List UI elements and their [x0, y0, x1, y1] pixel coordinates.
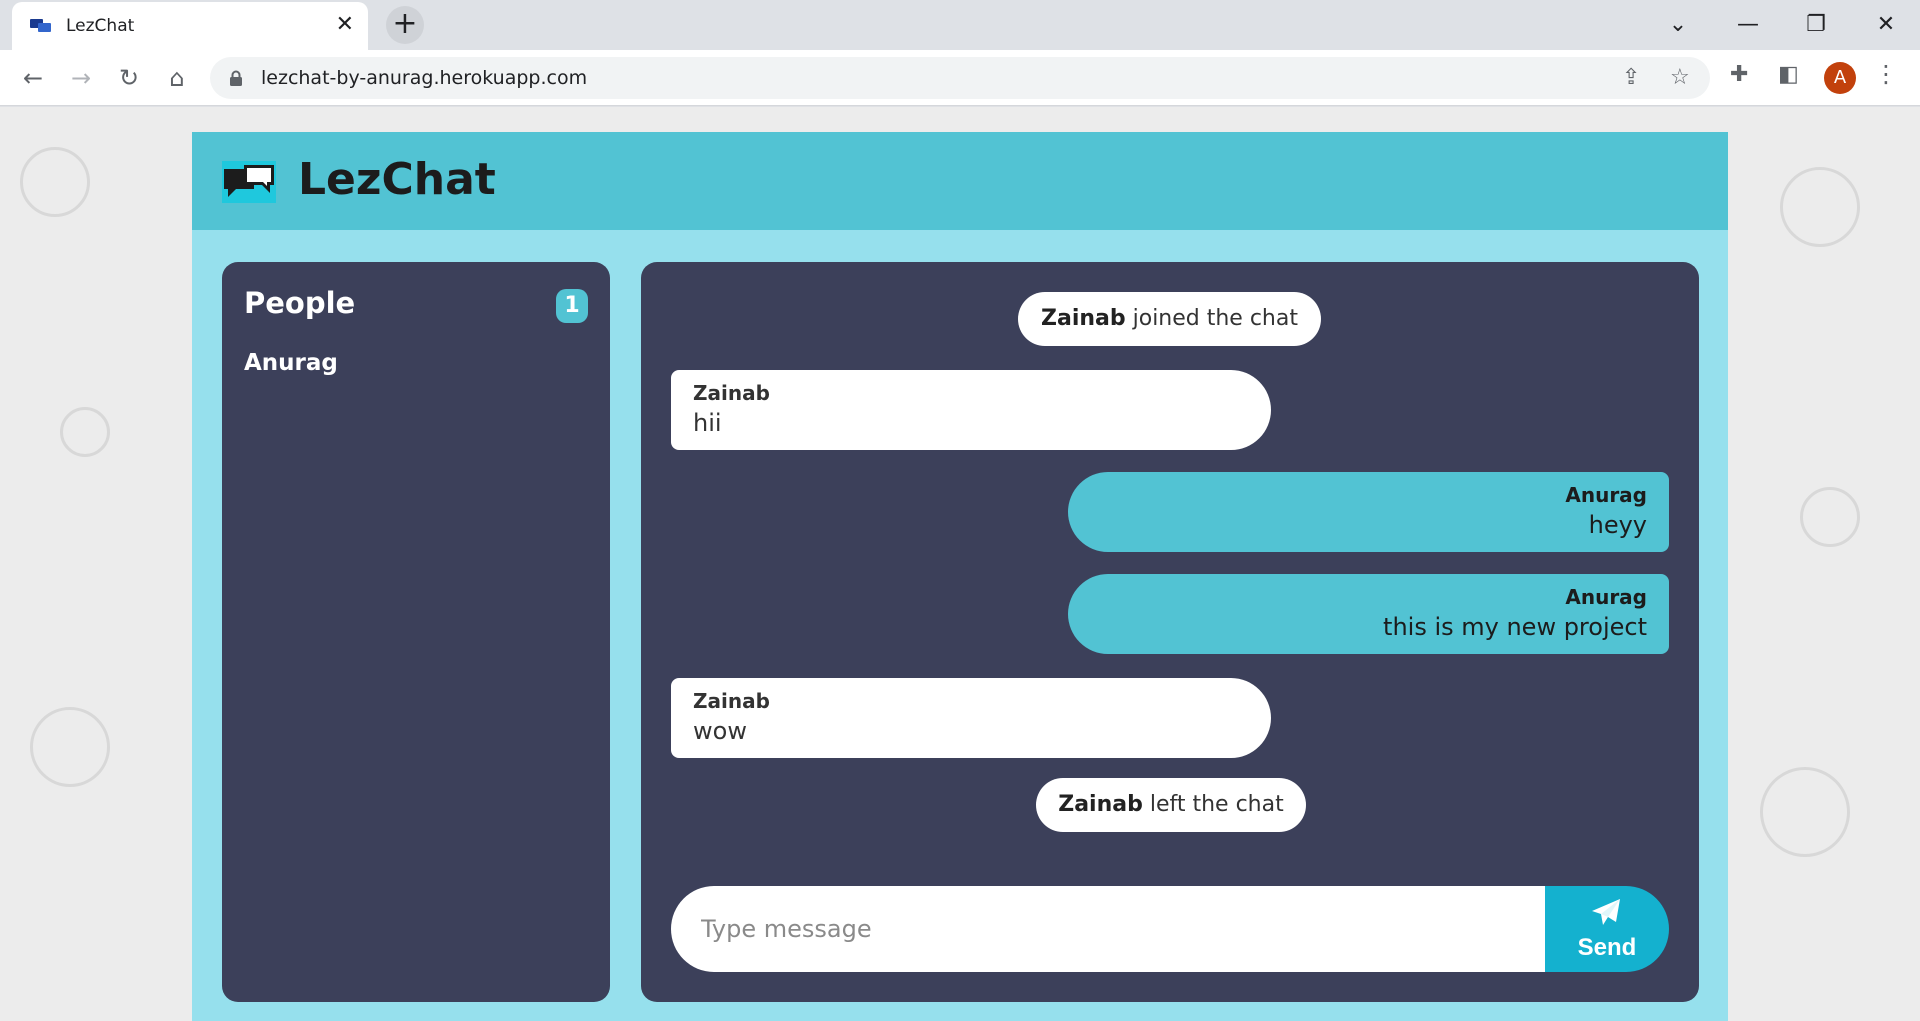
more-menu-icon[interactable]: ⋮	[1874, 60, 1898, 88]
notice-user: Zainab	[1058, 792, 1143, 817]
forward-arrow-icon[interactable]: →	[62, 59, 100, 97]
star-icon[interactable]: ☆	[1670, 65, 1690, 90]
tab-search-icon[interactable]: ⌄	[1658, 6, 1698, 44]
message-input[interactable]	[671, 886, 1545, 972]
browser-tab-strip: LezChat ✕ + ⌄ — ❐ ✕	[0, 0, 1920, 50]
chat-favicon-icon	[30, 19, 51, 32]
close-icon[interactable]: ✕	[1866, 6, 1906, 44]
message-text: hii	[693, 409, 722, 437]
join-notice: Zainab joined the chat	[1018, 292, 1321, 346]
background-doodle	[20, 147, 90, 217]
message-sender: Anurag	[1565, 585, 1647, 609]
background-doodle	[60, 407, 110, 457]
lock-icon	[230, 70, 242, 86]
app-title: LezChat	[298, 154, 496, 205]
page-background: LezChat People 1 Anurag Zainab joined th…	[0, 107, 1920, 1021]
reload-icon[interactable]: ↻	[110, 59, 148, 97]
message-composer: Send	[671, 886, 1669, 972]
message-text: wow	[693, 717, 747, 745]
paper-plane-icon	[1592, 899, 1620, 925]
new-tab-button[interactable]: +	[386, 6, 424, 44]
notice-text: left the chat	[1142, 792, 1284, 817]
background-doodle	[30, 707, 110, 787]
people-count-badge: 1	[556, 289, 588, 323]
message-sender: Zainab	[693, 689, 770, 713]
notice-text: joined the chat	[1125, 306, 1298, 331]
chat-bubbles-logo-icon	[222, 161, 276, 203]
message-bubble-incoming: Zainab hii	[671, 370, 1271, 450]
chat-panel: Zainab joined the chat Zainab hii Anurag…	[641, 262, 1699, 1002]
tab-close-icon[interactable]: ✕	[336, 13, 354, 37]
background-doodle	[1780, 167, 1860, 247]
message-bubble-outgoing: Anurag this is my new project	[1068, 574, 1669, 654]
app-header: LezChat	[192, 132, 1728, 230]
leave-notice: Zainab left the chat	[1036, 778, 1306, 832]
message-text: this is my new project	[1383, 613, 1647, 641]
browser-tab[interactable]: LezChat ✕	[12, 2, 368, 50]
message-text: heyy	[1588, 511, 1647, 539]
side-panel-icon[interactable]: ◧	[1778, 62, 1799, 87]
people-title: People	[244, 286, 356, 320]
profile-avatar[interactable]: A	[1824, 62, 1856, 94]
chat-app: LezChat People 1 Anurag Zainab joined th…	[192, 132, 1728, 1021]
people-panel: People 1 Anurag	[222, 262, 610, 1002]
tab-title: LezChat	[66, 16, 135, 36]
share-icon[interactable]: ⇪	[1622, 65, 1640, 90]
message-sender: Zainab	[693, 381, 770, 405]
restore-icon[interactable]: ❐	[1796, 6, 1836, 44]
home-icon[interactable]: ⌂	[158, 59, 196, 97]
background-doodle	[1800, 487, 1860, 547]
address-bar[interactable]: lezchat-by-anurag.herokuapp.com ⇪ ☆	[210, 57, 1710, 99]
send-button[interactable]: Send	[1545, 886, 1669, 972]
browser-toolbar: ← → ↻ ⌂ lezchat-by-anurag.herokuapp.com …	[0, 50, 1920, 106]
message-bubble-incoming: Zainab wow	[671, 678, 1271, 758]
notice-user: Zainab	[1041, 306, 1126, 331]
minimize-icon[interactable]: —	[1728, 6, 1768, 44]
message-sender: Anurag	[1565, 483, 1647, 507]
back-arrow-icon[interactable]: ←	[14, 59, 52, 97]
background-doodle	[1760, 767, 1850, 857]
message-bubble-outgoing: Anurag heyy	[1068, 472, 1669, 552]
url-text[interactable]: lezchat-by-anurag.herokuapp.com	[261, 67, 587, 89]
send-label: Send	[1577, 934, 1637, 961]
extensions-icon[interactable]: ✚	[1730, 62, 1748, 87]
people-list-item[interactable]: Anurag	[244, 350, 338, 376]
